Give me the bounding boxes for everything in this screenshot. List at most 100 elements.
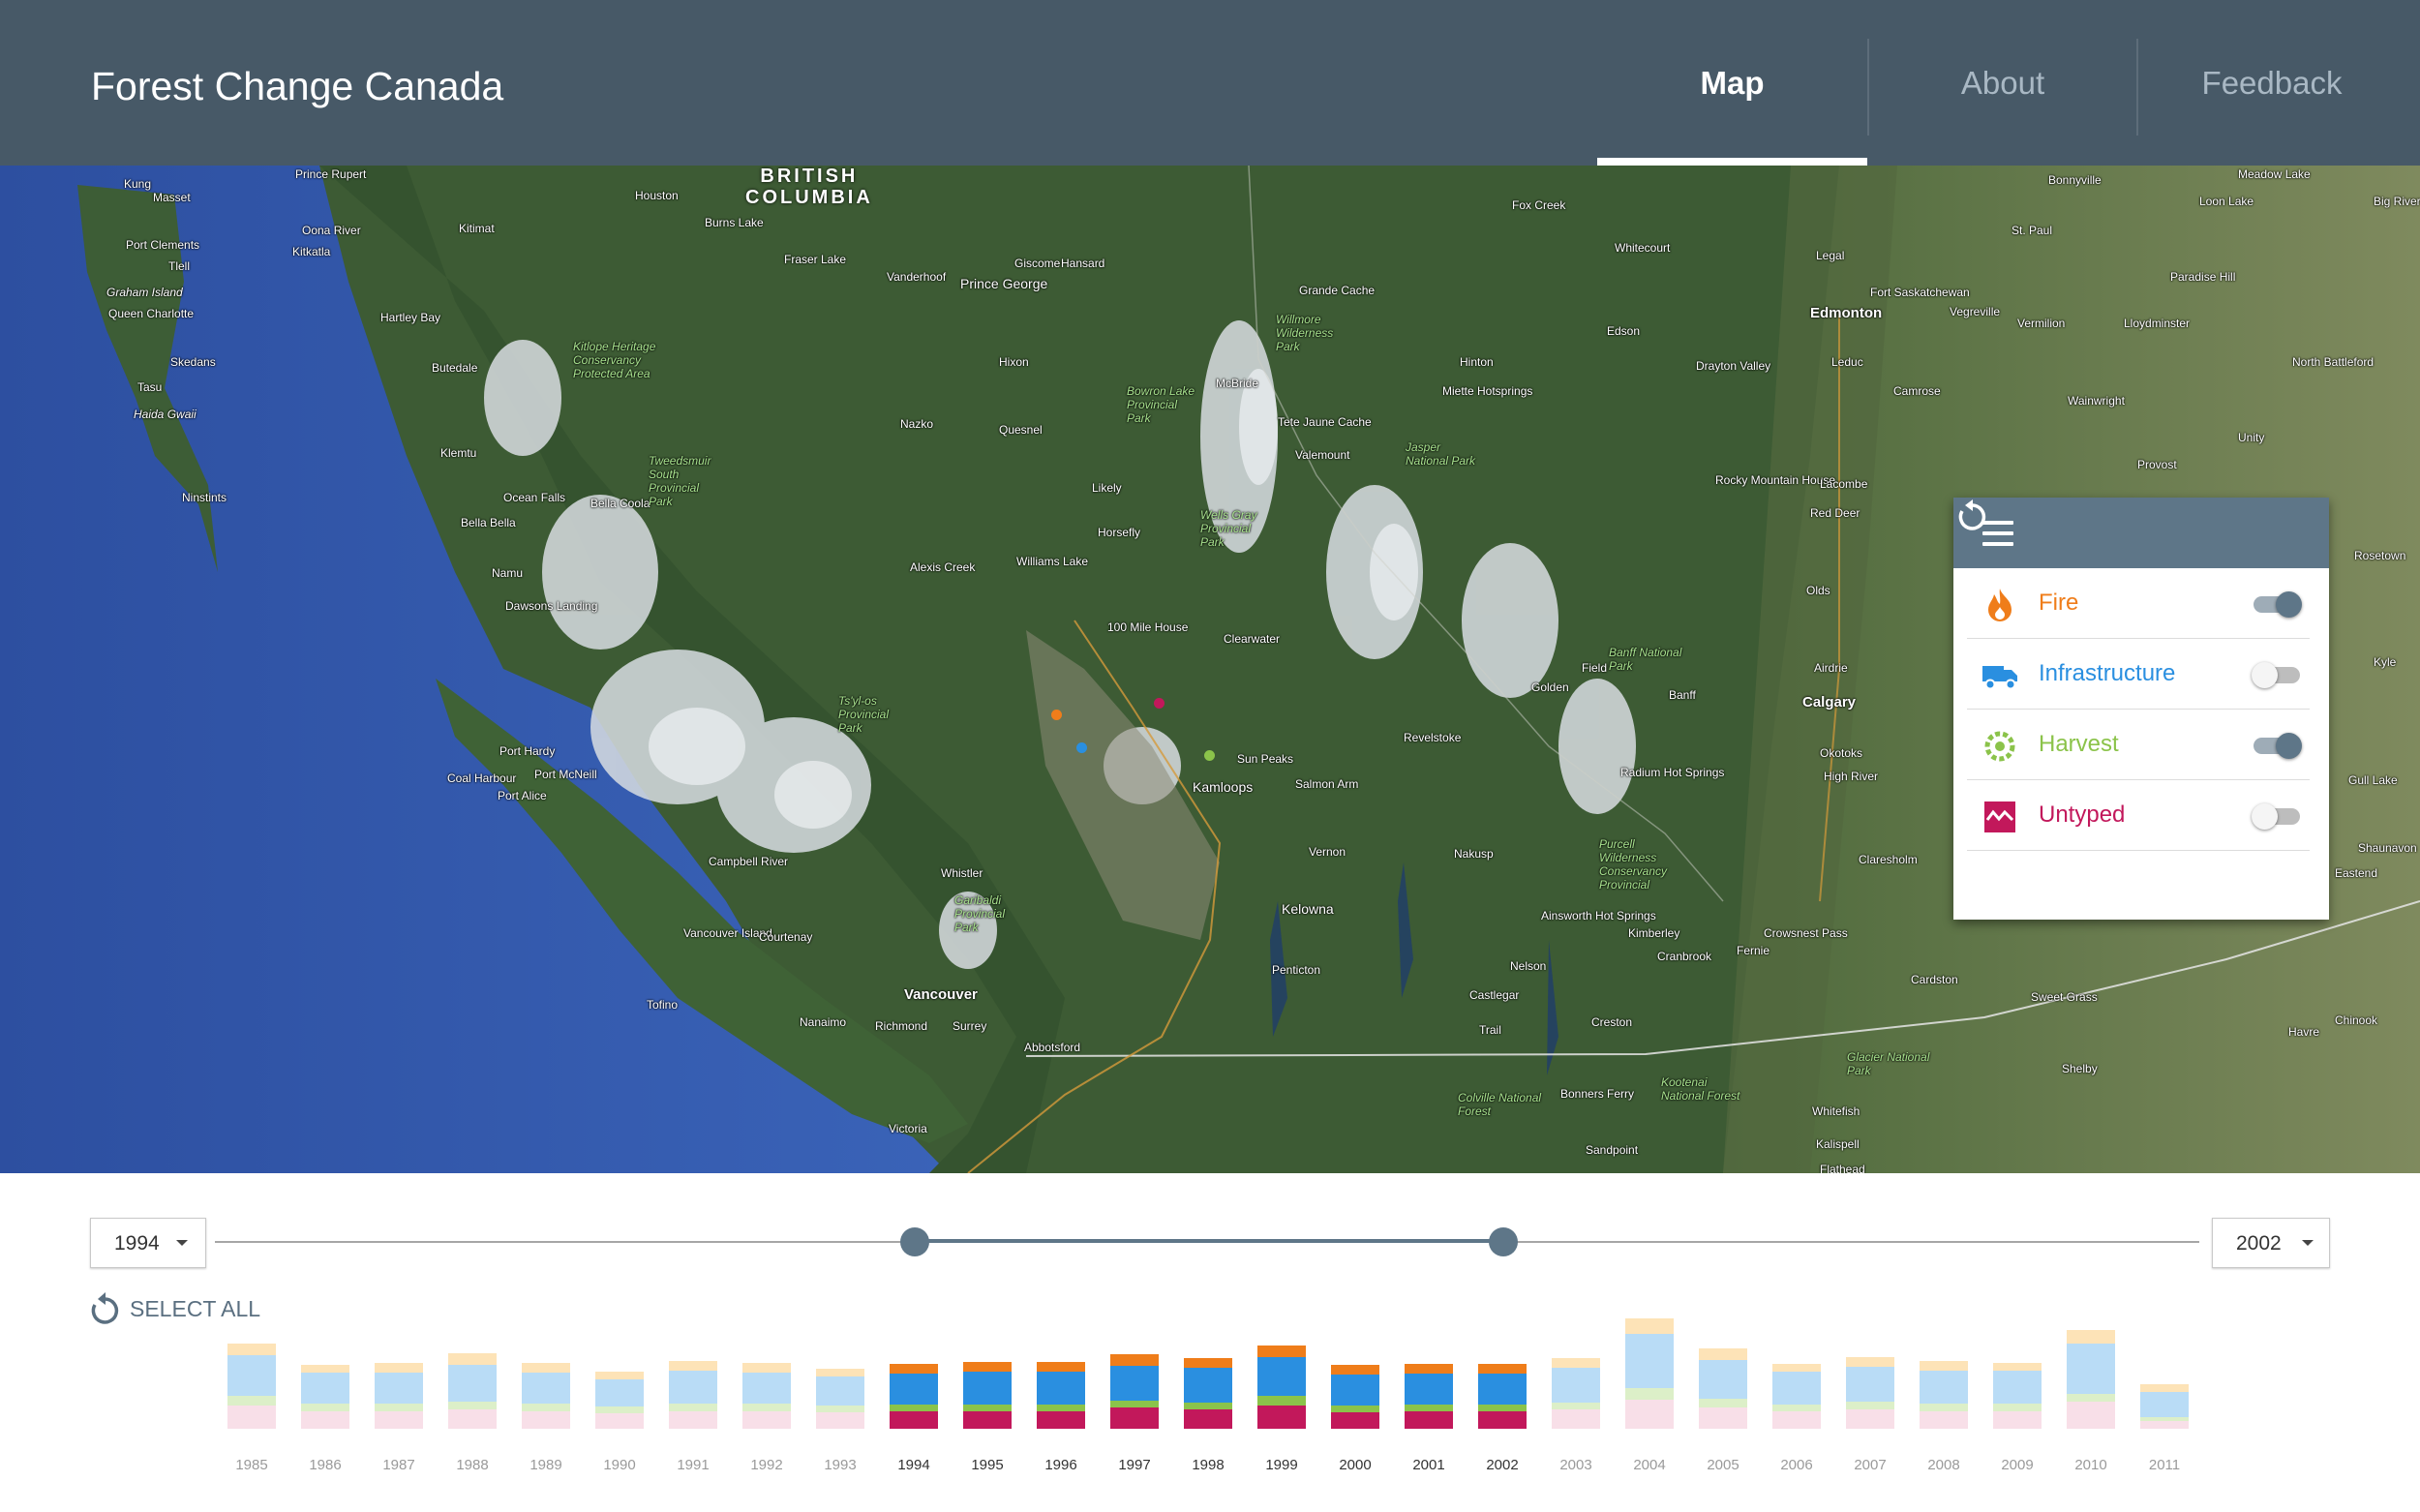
bar-segment-1991-2[interactable] xyxy=(669,1371,717,1404)
reset-icon[interactable] xyxy=(1953,498,1992,536)
bar-segment-1999-3[interactable] xyxy=(1257,1346,1306,1357)
bar-segment-1990-2[interactable] xyxy=(595,1379,644,1406)
bar-segment-1986-0[interactable] xyxy=(301,1411,349,1429)
bar-segment-1993-1[interactable] xyxy=(816,1406,864,1412)
start-year-select[interactable]: 1994 xyxy=(90,1218,206,1268)
bar-segment-1990-3[interactable] xyxy=(595,1372,644,1379)
bar-segment-1999-2[interactable] xyxy=(1257,1357,1306,1396)
bar-segment-2001-3[interactable] xyxy=(1405,1364,1453,1374)
bar-segment-1995-1[interactable] xyxy=(963,1405,1012,1411)
bar-segment-1992-0[interactable] xyxy=(742,1411,791,1429)
bar-segment-1987-0[interactable] xyxy=(375,1411,423,1429)
nav-tab-about[interactable]: About xyxy=(1869,0,2136,166)
legend-row-fire[interactable]: Fire xyxy=(1967,568,2310,639)
bar-segment-1998-1[interactable] xyxy=(1184,1403,1232,1409)
bar-segment-2001-0[interactable] xyxy=(1405,1411,1453,1429)
bar-segment-1991-3[interactable] xyxy=(669,1361,717,1371)
bar-segment-1994-0[interactable] xyxy=(890,1411,938,1429)
bar-segment-2002-0[interactable] xyxy=(1478,1411,1527,1429)
bar-segment-2005-3[interactable] xyxy=(1699,1348,1747,1360)
toggle-harvest[interactable] xyxy=(2252,733,2302,759)
bar-segment-1997-1[interactable] xyxy=(1110,1401,1159,1407)
bar-segment-2010-3[interactable] xyxy=(2067,1330,2115,1344)
bar-segment-1998-0[interactable] xyxy=(1184,1409,1232,1429)
bar-segment-2006-3[interactable] xyxy=(1772,1364,1821,1372)
bar-segment-1988-2[interactable] xyxy=(448,1365,497,1402)
bar-segment-2011-3[interactable] xyxy=(2140,1384,2189,1392)
bar-segment-2008-3[interactable] xyxy=(1920,1361,1968,1371)
bar-segment-1989-2[interactable] xyxy=(522,1373,570,1404)
bar-segment-1996-2[interactable] xyxy=(1037,1372,1085,1405)
bar-segment-1996-1[interactable] xyxy=(1037,1405,1085,1411)
bar-segment-1996-3[interactable] xyxy=(1037,1362,1085,1372)
bar-segment-1989-1[interactable] xyxy=(522,1404,570,1411)
bar-segment-1994-2[interactable] xyxy=(890,1374,938,1405)
bar-segment-2010-0[interactable] xyxy=(2067,1402,2115,1429)
bar-segment-1987-3[interactable] xyxy=(375,1363,423,1373)
bar-segment-1992-1[interactable] xyxy=(742,1404,791,1411)
bar-segment-2010-2[interactable] xyxy=(2067,1344,2115,1394)
bar-segment-2009-2[interactable] xyxy=(1993,1371,2042,1404)
bar-segment-1986-2[interactable] xyxy=(301,1373,349,1404)
bar-segment-1988-1[interactable] xyxy=(448,1402,497,1409)
bar-segment-1991-1[interactable] xyxy=(669,1404,717,1411)
bar-segment-2003-0[interactable] xyxy=(1552,1409,1600,1429)
bar-segment-2000-2[interactable] xyxy=(1331,1375,1379,1406)
bar-segment-1988-3[interactable] xyxy=(448,1353,497,1365)
bar-segment-1985-1[interactable] xyxy=(227,1396,276,1406)
bar-segment-1997-3[interactable] xyxy=(1110,1354,1159,1366)
bar-segment-2002-2[interactable] xyxy=(1478,1374,1527,1405)
bar-segment-2006-1[interactable] xyxy=(1772,1405,1821,1411)
bar-segment-2008-2[interactable] xyxy=(1920,1371,1968,1404)
toggle-untyped[interactable] xyxy=(2252,803,2302,830)
bar-segment-1995-3[interactable] xyxy=(963,1362,1012,1372)
bar-segment-1989-0[interactable] xyxy=(522,1411,570,1429)
bar-segment-2009-1[interactable] xyxy=(1993,1404,2042,1411)
bar-segment-2003-3[interactable] xyxy=(1552,1358,1600,1368)
bar-segment-2007-3[interactable] xyxy=(1846,1357,1894,1367)
bar-segment-1992-3[interactable] xyxy=(742,1363,791,1373)
bar-segment-1990-0[interactable] xyxy=(595,1413,644,1429)
bar-segment-1990-1[interactable] xyxy=(595,1406,644,1413)
bar-segment-2002-3[interactable] xyxy=(1478,1364,1527,1374)
bar-segment-2000-1[interactable] xyxy=(1331,1406,1379,1412)
bar-segment-1993-3[interactable] xyxy=(816,1369,864,1376)
infrastructure-marker[interactable] xyxy=(1076,742,1087,753)
bar-segment-2004-0[interactable] xyxy=(1625,1400,1674,1429)
bar-segment-1986-3[interactable] xyxy=(301,1365,349,1373)
untyped-marker[interactable] xyxy=(1154,698,1165,709)
bar-segment-2005-1[interactable] xyxy=(1699,1399,1747,1407)
bar-segment-1994-1[interactable] xyxy=(890,1405,938,1411)
bar-segment-2004-1[interactable] xyxy=(1625,1388,1674,1400)
end-year-select[interactable]: 2002 xyxy=(2212,1218,2330,1268)
bar-segment-2005-2[interactable] xyxy=(1699,1360,1747,1399)
bar-segment-1998-2[interactable] xyxy=(1184,1368,1232,1403)
legend-row-infrastructure[interactable]: Infrastructure xyxy=(1967,639,2310,710)
range-end-handle[interactable] xyxy=(1489,1227,1518,1256)
disturbance-histogram[interactable]: 1985 1986 1987 1988 1989 1990 1991 1992 1993 1994… xyxy=(0,1297,2420,1512)
bar-segment-2003-2[interactable] xyxy=(1552,1368,1600,1403)
bar-segment-2004-3[interactable] xyxy=(1625,1318,1674,1334)
bar-segment-2006-2[interactable] xyxy=(1772,1372,1821,1405)
bar-segment-2007-1[interactable] xyxy=(1846,1402,1894,1409)
range-start-handle[interactable] xyxy=(900,1227,929,1256)
toggle-infrastructure[interactable] xyxy=(2252,662,2302,688)
bar-segment-1999-1[interactable] xyxy=(1257,1396,1306,1406)
bar-segment-1998-3[interactable] xyxy=(1184,1358,1232,1368)
bar-segment-1995-2[interactable] xyxy=(963,1372,1012,1405)
bar-segment-2002-1[interactable] xyxy=(1478,1405,1527,1411)
bar-segment-2011-1[interactable] xyxy=(2140,1417,2189,1421)
bar-segment-2010-1[interactable] xyxy=(2067,1394,2115,1402)
bar-segment-1999-0[interactable] xyxy=(1257,1406,1306,1429)
bar-segment-2008-0[interactable] xyxy=(1920,1411,1968,1429)
bar-segment-2001-2[interactable] xyxy=(1405,1374,1453,1405)
map-canvas[interactable]: BRITISH COLUMBIA Prince Rupert Kung Masse… xyxy=(0,166,2420,1173)
bar-segment-1997-2[interactable] xyxy=(1110,1366,1159,1401)
bar-segment-1994-3[interactable] xyxy=(890,1364,938,1374)
bar-segment-1987-1[interactable] xyxy=(375,1404,423,1411)
bar-segment-2007-0[interactable] xyxy=(1846,1409,1894,1429)
bar-segment-2006-0[interactable] xyxy=(1772,1411,1821,1429)
bar-segment-1997-0[interactable] xyxy=(1110,1407,1159,1429)
bar-segment-1989-3[interactable] xyxy=(522,1363,570,1373)
bar-segment-2009-3[interactable] xyxy=(1993,1363,2042,1371)
